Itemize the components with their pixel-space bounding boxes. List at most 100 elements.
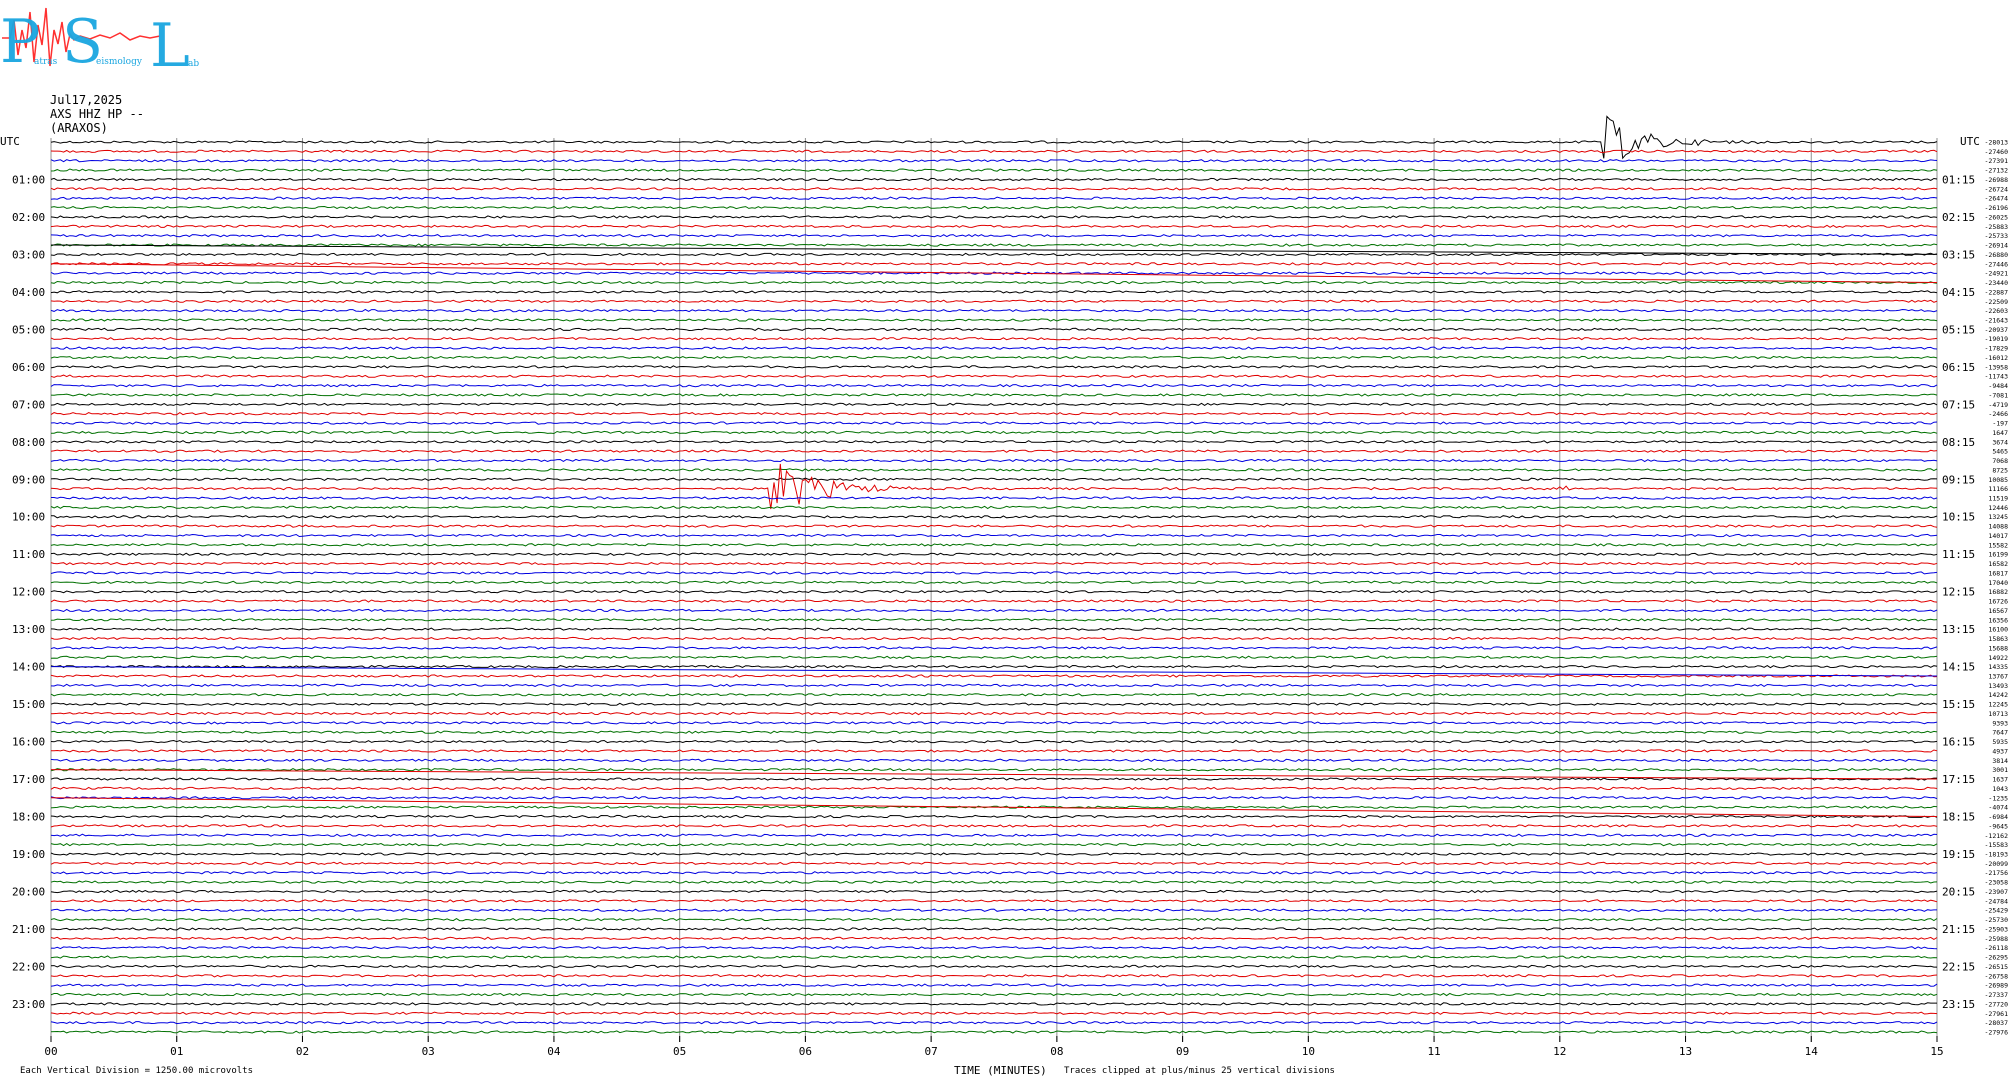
line-offset-label: 16817 bbox=[1988, 569, 2008, 577]
right-hour-label: 15:15 bbox=[1942, 698, 1975, 711]
line-offset-label: -6984 bbox=[1988, 813, 2008, 821]
trace-line bbox=[50, 655, 1938, 659]
line-offset-label: -24921 bbox=[1985, 270, 2009, 278]
trace-line bbox=[50, 580, 1938, 584]
line-offset-label: -25733 bbox=[1985, 232, 2009, 240]
trace-line bbox=[50, 430, 1938, 435]
right-hour-label: 17:15 bbox=[1942, 773, 1975, 786]
trace-line bbox=[50, 964, 1937, 969]
line-offset-label: 3674 bbox=[1992, 438, 2008, 446]
line-offset-label: -27720 bbox=[1985, 1000, 2009, 1008]
trace-line bbox=[50, 1011, 1938, 1015]
trace-line bbox=[50, 627, 1938, 631]
line-offset-label: 9393 bbox=[1992, 719, 2008, 727]
line-offset-label: 13493 bbox=[1988, 682, 2008, 690]
x-axis-title: TIME (MINUTES) bbox=[954, 1064, 1047, 1077]
left-hour-label: 01:00 bbox=[12, 173, 45, 186]
x-tick-label: 06 bbox=[799, 1045, 812, 1058]
line-offset-label: -23058 bbox=[1985, 879, 2009, 887]
line-offset-label: 3814 bbox=[1992, 757, 2008, 765]
line-offset-label: 15863 bbox=[1988, 635, 2008, 643]
left-hour-label: 09:00 bbox=[12, 473, 45, 486]
x-tick-label: 04 bbox=[547, 1045, 561, 1058]
trace-line bbox=[50, 955, 1938, 959]
line-offset-label: 8725 bbox=[1992, 466, 2008, 474]
line-offset-label: -22887 bbox=[1985, 288, 2009, 296]
line-offset-label: -22603 bbox=[1985, 307, 2009, 315]
trace-line bbox=[50, 739, 1938, 744]
trace-line bbox=[50, 814, 1938, 819]
trace-line bbox=[50, 505, 1938, 510]
trace-line bbox=[50, 983, 1938, 987]
trace-line bbox=[50, 917, 1938, 922]
right-hour-label: 05:15 bbox=[1942, 323, 1975, 336]
line-offset-label: 1637 bbox=[1992, 776, 2008, 784]
trace-line bbox=[50, 196, 1938, 200]
trace-line bbox=[50, 318, 1938, 322]
line-offset-label: -1235 bbox=[1988, 794, 2008, 802]
line-offset-label: -17829 bbox=[1985, 345, 2009, 353]
line-offset-label: 15582 bbox=[1988, 541, 2008, 549]
trace-line bbox=[50, 365, 1938, 369]
line-offset-label: 12446 bbox=[1988, 504, 2008, 512]
line-offset-label: -26989 bbox=[1985, 982, 2009, 990]
trace-line bbox=[50, 458, 1938, 463]
line-offset-label: 12245 bbox=[1988, 701, 2008, 709]
left-hour-label: 21:00 bbox=[12, 923, 45, 936]
x-tick-label: 14 bbox=[1805, 1045, 1819, 1058]
line-offset-label: -9645 bbox=[1988, 822, 2008, 830]
trace-line bbox=[50, 215, 1938, 219]
trace-line bbox=[50, 786, 1938, 791]
line-offset-label: 16582 bbox=[1988, 560, 2008, 568]
right-hour-label: 19:15 bbox=[1942, 848, 1975, 861]
trace-line bbox=[50, 177, 1938, 182]
line-offset-label: -18193 bbox=[1985, 851, 2009, 859]
trace-line bbox=[50, 552, 1938, 556]
line-offset-label: -4719 bbox=[1988, 401, 2008, 409]
left-hour-label: 05:00 bbox=[12, 323, 45, 336]
line-offset-label: 16726 bbox=[1988, 598, 2008, 606]
trace-line bbox=[50, 730, 1938, 734]
x-tick-label: 01 bbox=[170, 1045, 183, 1058]
line-offset-label: -26988 bbox=[1985, 176, 2009, 184]
line-offset-label: -26118 bbox=[1985, 944, 2009, 952]
trace-line bbox=[50, 974, 1938, 978]
line-offset-label: 16100 bbox=[1988, 626, 2008, 634]
right-hour-label: 03:15 bbox=[1942, 248, 1975, 261]
right-hour-label: 18:15 bbox=[1942, 811, 1975, 824]
right-hour-label: 12:15 bbox=[1942, 586, 1975, 599]
trace-line bbox=[50, 721, 1938, 725]
line-offset-label: -27446 bbox=[1985, 260, 2009, 268]
line-offset-label: -23907 bbox=[1985, 888, 2009, 896]
x-tick-label: 08 bbox=[1050, 1045, 1063, 1058]
x-tick-label: 03 bbox=[422, 1045, 435, 1058]
trace-line bbox=[50, 608, 1938, 613]
line-offset-label: -2466 bbox=[1988, 410, 2008, 418]
line-offset-label: 3001 bbox=[1992, 766, 2008, 774]
trace-line bbox=[50, 355, 1938, 360]
right-hour-label: 22:15 bbox=[1942, 960, 1975, 973]
trace-line bbox=[50, 477, 1938, 481]
trace-line bbox=[50, 702, 1938, 706]
trace-line bbox=[50, 880, 1938, 884]
line-offset-label: -28013 bbox=[1985, 139, 2009, 147]
trace-line bbox=[50, 243, 1938, 247]
left-hour-label: 04:00 bbox=[12, 286, 45, 299]
line-offset-label: -27337 bbox=[1985, 991, 2009, 999]
right-hour-label: 01:15 bbox=[1942, 173, 1975, 186]
trace-line bbox=[50, 468, 1938, 472]
line-offset-label: -21756 bbox=[1985, 869, 2009, 877]
trace-line bbox=[50, 992, 1938, 997]
trace-line bbox=[50, 824, 1938, 828]
line-offset-label: -11743 bbox=[1985, 373, 2009, 381]
trace-line bbox=[50, 262, 1938, 266]
left-hour-label: 16:00 bbox=[12, 736, 45, 749]
line-offset-label: 16882 bbox=[1988, 588, 2008, 596]
trace-line bbox=[50, 664, 1938, 669]
trace-line bbox=[50, 842, 1938, 847]
trace-line bbox=[50, 440, 1938, 444]
x-tick-label: 02 bbox=[296, 1045, 309, 1058]
trace-line bbox=[50, 777, 1937, 781]
line-offset-label: 17040 bbox=[1988, 579, 2008, 587]
trace-line bbox=[50, 252, 1938, 257]
